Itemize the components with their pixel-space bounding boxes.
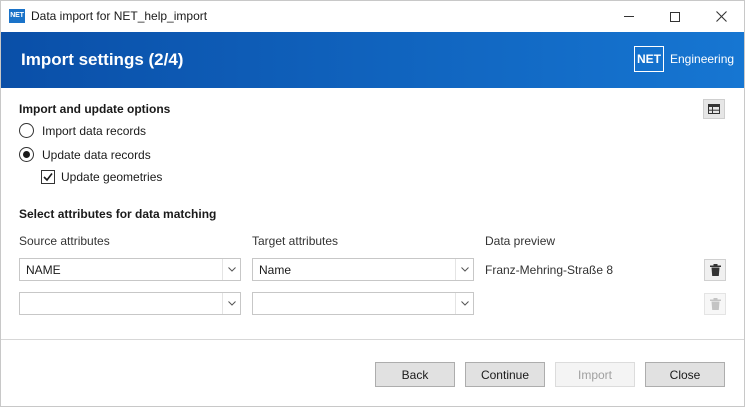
radio-import-records-circle[interactable] [19,123,34,138]
chevron-down-icon [455,293,473,314]
radio-import-records-label: Import data records [42,123,147,138]
maximize-button[interactable] [652,1,698,32]
continue-button[interactable]: Continue [465,362,545,387]
checkmark-icon [43,173,53,182]
header-banner: Import settings (2/4) NET Engineering [1,32,744,88]
delete-row-button-disabled[interactable] [704,293,726,315]
source-attribute-select[interactable]: NAME [19,258,241,281]
minimize-button[interactable] [606,1,652,32]
chevron-down-icon [455,259,473,280]
close-icon [715,11,727,22]
title-bar: NET Data import for NET_help_import [1,1,744,32]
trash-icon [709,264,721,276]
matching-heading: Select attributes for data matching [19,207,217,221]
radio-update-records-circle[interactable] [19,147,34,162]
trash-icon [709,298,721,310]
app-icon: NET [9,9,25,23]
import-options-heading: Import and update options [19,102,171,116]
maximize-icon [670,11,680,22]
chevron-down-icon [222,259,240,280]
radio-import-records[interactable]: Import data records [19,123,146,138]
minimize-icon [624,16,634,17]
data-preview-value: Franz-Mehring-Straße 8 [485,263,614,277]
source-attribute-value: NAME [26,263,61,277]
back-button[interactable]: Back [375,362,455,387]
update-geometries-option[interactable]: Update geometries [41,170,162,184]
target-attribute-select[interactable]: Name [252,258,474,281]
update-geometries-label: Update geometries [61,170,163,184]
brand-text: Engineering [670,52,735,66]
delete-row-button[interactable] [704,259,726,281]
data-preview-header: Data preview [485,234,556,248]
chevron-down-icon [222,293,240,314]
table-view-button[interactable] [703,99,725,119]
radio-update-records[interactable]: Update data records [19,147,151,162]
source-attribute-select-empty[interactable] [19,292,241,315]
brand-logo: NET [634,46,664,72]
table-icon [708,104,720,114]
import-button[interactable]: Import [555,362,635,387]
target-attribute-value: Name [259,263,292,277]
page-title: Import settings (2/4) [21,50,184,69]
footer-divider [1,339,744,340]
radio-update-records-label: Update data records [42,147,151,162]
source-attributes-header: Source attributes [19,234,110,248]
window-title: Data import for NET_help_import [31,9,208,23]
close-window-button[interactable] [698,1,744,32]
import-dialog-window: NET Data import for NET_help_import Impo… [0,0,745,407]
update-geometries-checkbox[interactable] [41,170,55,184]
close-button[interactable]: Close [645,362,725,387]
target-attributes-header: Target attributes [252,234,339,248]
target-attribute-select-empty[interactable] [252,292,474,315]
